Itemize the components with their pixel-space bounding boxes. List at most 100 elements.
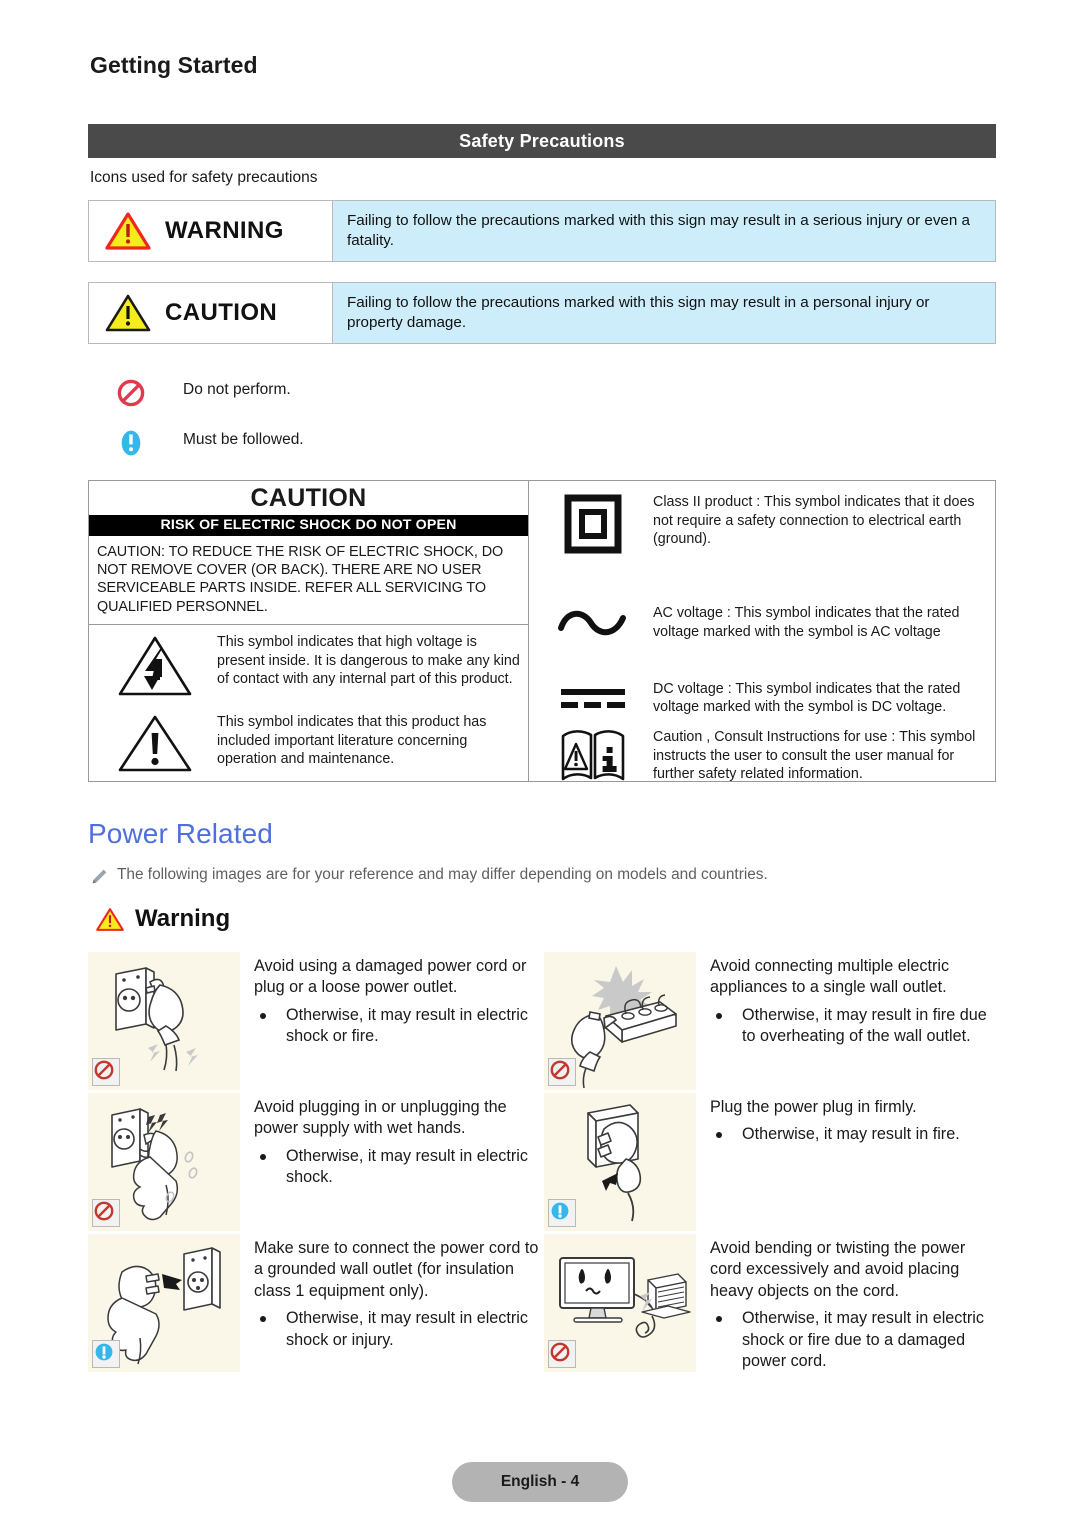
safety-item-bullet: Otherwise, it may result in electric sho…	[254, 1005, 540, 1048]
safety-item-bullet-text: Otherwise, it may result in fire.	[742, 1125, 960, 1144]
legend-text: Do not perform.	[183, 381, 291, 398]
caution-triangle-black-icon	[105, 294, 151, 332]
exclamation-triangle-icon	[118, 715, 192, 772]
safety-item-bullet-text: Otherwise, it may result in fire due to …	[742, 1005, 987, 1046]
safety-item: Avoid connecting multiple electric appli…	[544, 952, 996, 1090]
symbol-cell	[533, 491, 653, 555]
footer-page-label: English - 4	[452, 1462, 628, 1502]
safety-item-bullets: Otherwise, it may result in electric sho…	[254, 1005, 540, 1048]
safety-item-lead: Avoid plugging in or unplugging the powe…	[254, 1098, 507, 1138]
bullet-dot	[260, 1316, 266, 1323]
safety-item: Avoid using a damaged power cord or plug…	[88, 952, 540, 1090]
grounded-outlet-illustration	[88, 1234, 240, 1372]
symbol-cell	[93, 711, 217, 775]
reference-note: The following images are for your refere…	[90, 866, 990, 886]
caution-body-text: CAUTION: TO REDUCE THE RISK OF ELECTRIC …	[89, 536, 528, 625]
safety-item-lead: Make sure to connect the power cord to a…	[254, 1239, 539, 1300]
legend-row-must-be-followed: Must be followed.	[113, 427, 513, 461]
definition-row-caution: CAUTION Failing to follow the precaution…	[88, 282, 996, 344]
definition-row-warning: WARNING Failing to follow the precaution…	[88, 200, 996, 262]
legend-text: Must be followed.	[183, 431, 304, 448]
definition-label-cell: WARNING	[89, 201, 333, 261]
consult-manual-icon	[561, 730, 625, 781]
mandatory-icon	[121, 430, 141, 456]
symbol-row-dc-voltage: DC voltage : This symbol indicates that …	[529, 665, 995, 729]
safety-item-bullet-text: Otherwise, it may result in electric sho…	[286, 1309, 528, 1349]
safety-item: Avoid plugging in or unplugging the powe…	[88, 1093, 540, 1231]
safety-item-bullets: Otherwise, it may result in fire due to …	[710, 1005, 996, 1048]
safety-item-bullet: Otherwise, it may result in fire.	[710, 1124, 996, 1145]
symbol-cell	[533, 604, 653, 640]
bullet-dot	[260, 1012, 266, 1019]
bullet-dot	[716, 1132, 722, 1139]
prohibition-icon	[94, 1060, 114, 1080]
safety-item-body: Plug the power plug in firmly. Otherwise…	[710, 1093, 996, 1146]
symbol-row-literature: This symbol indicates that this product …	[89, 705, 528, 781]
mandatory-icon	[95, 1343, 113, 1361]
safety-item-body: Avoid bending or twisting the power cord…	[710, 1234, 996, 1372]
safety-item: Avoid bending or twisting the power cord…	[544, 1234, 996, 1372]
symbol-row-class-two: Class II product : This symbol indicates…	[529, 481, 995, 578]
safety-item-bullet-text: Otherwise, it may result in electric sho…	[286, 1005, 528, 1046]
subhead: Icons used for safety precautions	[90, 169, 318, 186]
badge-mandatory	[548, 1199, 576, 1227]
safety-item-bullet: Otherwise, it may result in fire due to …	[710, 1005, 996, 1048]
symbol-row-ac-voltage: AC voltage : This symbol indicates that …	[529, 578, 995, 665]
symbol-table: CAUTION RISK OF ELECTRIC SHOCK DO NOT OP…	[88, 480, 996, 782]
plug-firmly-illustration	[544, 1093, 696, 1231]
prohibition-icon	[550, 1060, 570, 1080]
page-title-power-related: Power Related	[88, 818, 273, 849]
definition-description: Failing to follow the precautions marked…	[333, 201, 995, 261]
wet-hands-plug-illustration	[88, 1093, 240, 1231]
safety-item-bullet: Otherwise, it may result in electric sho…	[710, 1308, 996, 1372]
warning-heading-label: Warning	[135, 905, 231, 932]
high-voltage-lightning-icon	[118, 636, 192, 696]
pencil-icon	[92, 869, 107, 884]
safety-item-body: Avoid connecting multiple electric appli…	[710, 952, 996, 1048]
symbol-cell	[533, 726, 653, 784]
badge-prohibition	[92, 1058, 120, 1086]
ac-voltage-sine-icon	[558, 610, 626, 635]
badge-prohibition	[548, 1058, 576, 1086]
symbol-table-right-column: Class II product : This symbol indicates…	[529, 481, 995, 784]
symbol-row-high-voltage: This symbol indicates that high voltage …	[89, 625, 528, 705]
badge-prohibition	[92, 1199, 120, 1227]
section-title-text: Safety Precautions	[459, 130, 625, 151]
dc-voltage-icon	[561, 689, 625, 709]
prohibition-icon	[550, 1342, 570, 1362]
safety-item-lead: Plug the power plug in firmly.	[710, 1098, 917, 1116]
caution-title: CAUTION	[250, 483, 367, 512]
running-head: Getting Started	[90, 52, 258, 78]
symbol-text: This symbol indicates that high voltage …	[217, 634, 520, 688]
symbol-text: This symbol indicates that this product …	[217, 714, 487, 768]
warning-heading: Warning	[96, 905, 230, 933]
safety-item-bullet-text: Otherwise, it may result in electric sho…	[286, 1146, 528, 1187]
safety-item: Make sure to connect the power cord to a…	[88, 1234, 540, 1372]
safety-item-bullets: Otherwise, it may result in fire.	[710, 1124, 996, 1145]
damaged-plug-and-outlet-illustration	[88, 952, 240, 1090]
section-title-bar: Safety Precautions	[88, 124, 996, 158]
definition-description: Failing to follow the precautions marked…	[333, 283, 995, 343]
caution-band: RISK OF ELECTRIC SHOCK DO NOT OPEN	[89, 515, 528, 536]
badge-mandatory	[92, 1340, 120, 1368]
mandatory-icon	[551, 1202, 569, 1220]
definition-label-cell: CAUTION	[89, 283, 333, 343]
safety-item-body: Avoid using a damaged power cord or plug…	[254, 952, 540, 1048]
safety-item-lead: Avoid connecting multiple electric appli…	[710, 957, 950, 997]
safety-item-body: Make sure to connect the power cord to a…	[254, 1234, 540, 1351]
footer-page-label-text: English - 4	[500, 1473, 580, 1490]
symbol-row-consult-manual: Caution , Consult Instructions for use :…	[529, 726, 995, 784]
class-two-double-square-icon	[564, 494, 622, 554]
legend-row-do-not-perform: Do not perform.	[113, 377, 513, 411]
definition-label: WARNING	[165, 217, 284, 244]
symbol-text: Caution , Consult Instructions for use :…	[653, 729, 976, 783]
symbol-cell	[533, 682, 653, 712]
safety-item-lead: Avoid bending or twisting the power cord…	[710, 1239, 966, 1300]
badge-prohibition	[548, 1340, 576, 1368]
safety-item-lead: Avoid using a damaged power cord or plug…	[254, 957, 527, 997]
bullet-dot	[260, 1153, 266, 1160]
symbol-text: AC voltage : This symbol indicates that …	[653, 605, 960, 640]
prohibition-icon	[117, 379, 145, 407]
bullet-dot	[716, 1012, 722, 1019]
reference-note-text: The following images are for your refere…	[117, 866, 768, 883]
